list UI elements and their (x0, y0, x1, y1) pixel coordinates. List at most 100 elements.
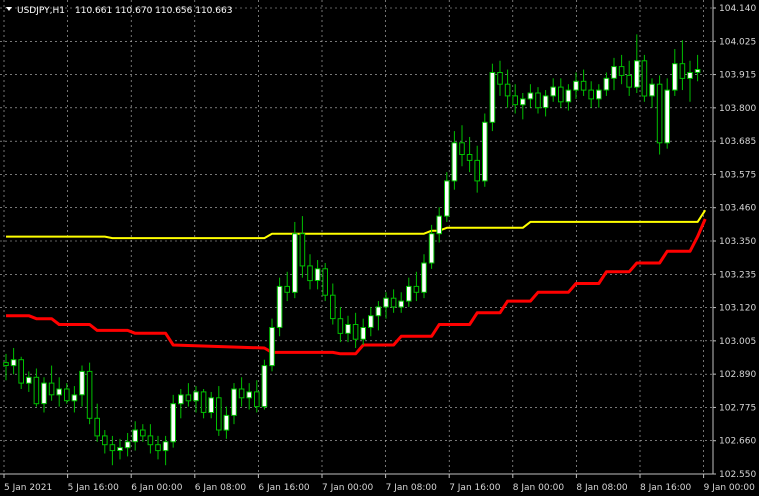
bull-candle-body (124, 441, 131, 449)
bear-candle-body (641, 60, 648, 97)
time-tick-label: 8 Jan 08:00 (576, 483, 628, 493)
bear-candle-body (679, 63, 686, 79)
price-tick-label: 103.235 (719, 270, 756, 280)
bull-candle-body (368, 315, 374, 328)
bear-candle-body (618, 66, 625, 76)
time-tick-label: 8 Jan 16:00 (640, 483, 692, 493)
bull-candle-body (565, 89, 572, 103)
bull-candle-body (527, 92, 534, 100)
bull-candle-body (269, 327, 275, 367)
bear-candle-body (109, 444, 116, 452)
bull-candle-body (694, 69, 701, 73)
bull-candle-body (261, 365, 268, 408)
bull-candle-body (178, 394, 184, 405)
candle (86, 362, 93, 425)
bear-candle-body (48, 382, 55, 396)
price-tick-label: 104.025 (719, 37, 756, 47)
time-tick-label: 7 Jan 16:00 (449, 483, 501, 493)
time-tick-label: 9 Jan 00:00 (704, 483, 756, 493)
bull-candle-body (71, 394, 78, 402)
bull-candle-body (79, 370, 85, 396)
bear-candle-body (86, 370, 93, 419)
candle (261, 359, 268, 410)
ohlc-label: 110.661 110.670 110.656 110.663 (75, 6, 232, 16)
price-tick-label: 103.460 (719, 204, 756, 214)
bull-candle-body (162, 441, 169, 452)
price-tick-label: 103.005 (719, 337, 756, 347)
bear-candle-body (238, 388, 245, 399)
bull-candle-body (664, 89, 671, 144)
bear-candle-body (64, 388, 70, 402)
bear-candle-body (299, 233, 306, 267)
bear-candle-body (155, 444, 161, 452)
bear-candle-body (330, 294, 336, 320)
bull-candle-body (596, 89, 602, 100)
bear-candle-body (33, 376, 40, 405)
bull-candle-body (117, 447, 123, 452)
bull-candle-body (360, 327, 366, 340)
bear-candle-body (580, 80, 587, 91)
candle (482, 113, 488, 187)
bear-candle-body (18, 359, 24, 384)
price-tick-label: 102.550 (719, 470, 756, 480)
bull-candle-body (10, 359, 17, 367)
bear-candle-body (459, 142, 465, 156)
bull-candle-body (451, 142, 458, 182)
bull-candle-body (375, 306, 382, 317)
bear-candle-body (284, 285, 290, 293)
bull-candle-body (482, 121, 488, 182)
candle (656, 75, 663, 155)
bull-candle-body (550, 86, 557, 97)
chart-header: USDJPY,H1 110.661 110.670 110.656 110.66… (6, 6, 232, 16)
bull-candle-body (223, 414, 230, 431)
bear-candle-body (307, 265, 313, 282)
price-chart[interactable]: 104.140 104.025 103.915 103.800 103.685 103.5… (0, 0, 759, 496)
price-tick-label: 104.140 (719, 4, 756, 14)
bear-candle-body (497, 72, 503, 85)
price-tick-label: 103.575 (719, 170, 756, 180)
candle (276, 277, 283, 337)
bull-candle-body (489, 72, 496, 123)
bear-candle-body (322, 268, 328, 296)
bull-candle-body (634, 60, 640, 88)
bull-candle-body (292, 233, 298, 293)
price-tick-label: 103.915 (719, 71, 756, 81)
price-tick-label: 102.775 (719, 403, 756, 413)
bear-candle-body (535, 92, 541, 109)
bull-candle-body (41, 382, 47, 405)
time-tick-label: 6 Jan 16:00 (258, 483, 310, 493)
bull-candle-body (428, 233, 435, 264)
bull-candle-body (687, 72, 693, 79)
time-tick-label: 6 Jan 00:00 (131, 483, 183, 493)
bear-candle-body (390, 297, 397, 308)
bull-candle-body (170, 403, 176, 443)
price-tick-label: 102.890 (719, 370, 756, 380)
bear-candle-body (558, 86, 564, 103)
bear-candle-body (254, 391, 260, 408)
bear-candle-body (466, 154, 473, 161)
bull-candle-body (56, 388, 63, 396)
bear-candle-body (656, 83, 663, 144)
bear-candle-body (588, 89, 595, 100)
chart-window[interactable]: 104.140 104.025 103.915 103.800 103.685 103.5… (0, 0, 759, 496)
bull-candle-body (406, 285, 412, 302)
bear-candle-body (474, 159, 480, 182)
candle (489, 63, 496, 132)
bull-candle-body (573, 80, 579, 91)
bull-candle-body (345, 324, 351, 334)
bear-candle-body (216, 397, 222, 431)
price-tick-label: 103.685 (719, 137, 756, 147)
price-tick-label: 102.660 (719, 437, 756, 447)
bear-candle-body (102, 435, 108, 446)
price-tick-label: 103.120 (719, 304, 756, 314)
bull-candle-body (276, 285, 283, 328)
time-tick-label: 5 Jan 2021 (4, 483, 52, 493)
bear-candle-body (626, 74, 633, 88)
bull-candle-body (542, 95, 549, 109)
bull-candle-body (603, 77, 610, 91)
candle (292, 221, 298, 299)
time-tick-label: 7 Jan 00:00 (322, 483, 374, 493)
time-tick-label: 6 Jan 08:00 (195, 483, 247, 493)
price-tick-label: 103.350 (719, 237, 756, 247)
bull-candle-body (132, 429, 138, 443)
